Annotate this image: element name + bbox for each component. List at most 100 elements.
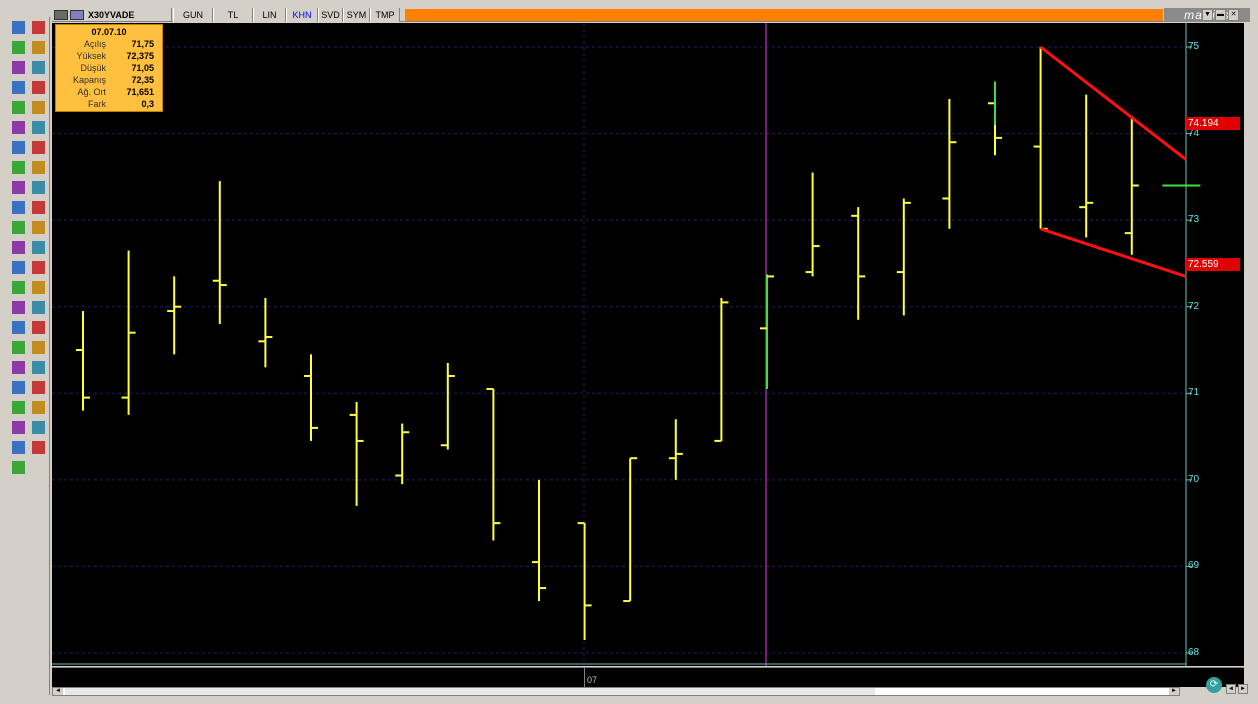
text-icon-glyph <box>12 321 25 334</box>
shape-icon[interactable] <box>10 299 27 316</box>
scale-button-tl[interactable]: TL <box>213 8 253 22</box>
toolbar-button-tmp[interactable]: TMP <box>370 8 400 22</box>
fib-grid-icon[interactable] <box>30 159 47 176</box>
pitchfork-icon-glyph <box>32 261 45 274</box>
scroll-left-icon[interactable]: ◄ <box>53 688 63 695</box>
scale-button-lin[interactable]: LIN <box>253 8 286 22</box>
parallel-alt-icon[interactable] <box>30 139 47 156</box>
arrow-back-icon[interactable] <box>30 379 47 396</box>
channel-alt-icon[interactable] <box>30 119 47 136</box>
arrow-down-icon[interactable] <box>10 419 27 436</box>
hline-icon[interactable] <box>10 99 27 116</box>
scroll-right-icon[interactable]: ► <box>1169 688 1179 695</box>
fib-time-icon-glyph <box>12 201 25 214</box>
bell-icon[interactable] <box>30 319 47 336</box>
x-axis-tick <box>584 668 585 688</box>
chart-type-icon[interactable] <box>54 10 68 20</box>
x-axis-label: 07 <box>587 675 598 685</box>
zoom-reset-icon[interactable] <box>30 359 47 376</box>
speed-line-icon[interactable] <box>10 259 27 276</box>
zoom-fit-icon-glyph <box>12 361 25 374</box>
trendline-icon-glyph <box>12 61 25 74</box>
window-icon[interactable] <box>70 10 84 20</box>
hammer-icon-glyph <box>32 41 45 54</box>
arrow-fwd-icon[interactable] <box>10 399 27 416</box>
toolbar-button-svd[interactable]: SVD <box>318 8 343 22</box>
vline-icon-glyph <box>32 101 45 114</box>
arrow-right-icon[interactable] <box>30 79 47 96</box>
drawing-tools-palette <box>8 17 50 695</box>
layout-icon[interactable] <box>30 439 47 456</box>
scroll-thumb[interactable] <box>65 688 875 695</box>
gann-fan-icon[interactable] <box>10 239 27 256</box>
nav-right-icon[interactable]: ► <box>1238 684 1248 694</box>
trendline-icon[interactable] <box>10 59 27 76</box>
symbol-selector[interactable]: X30YVADE <box>52 8 172 22</box>
hammer-icon[interactable] <box>30 39 47 56</box>
period-button-gun[interactable]: GUN <box>173 8 213 22</box>
arrow-icon-glyph <box>12 21 25 34</box>
toolbar-button-sym[interactable]: SYM <box>343 8 370 22</box>
search-icon[interactable] <box>10 439 27 456</box>
dropdown-icon[interactable]: ▼ <box>1202 9 1213 21</box>
price-chart[interactable]: 07.07.10 Açılış 71,75 Yüksek 72,375 Düşük 7… <box>52 23 1244 666</box>
fib-icon[interactable] <box>10 159 27 176</box>
vline-icon[interactable] <box>30 99 47 116</box>
minimize-icon[interactable]: ▬ <box>1215 9 1226 21</box>
close-icon[interactable]: ✕ <box>1228 9 1239 21</box>
info-label: Açılış <box>83 39 106 49</box>
chart-style-button-khn[interactable]: KHN <box>286 8 318 22</box>
arrow-left-icon[interactable] <box>10 79 27 96</box>
arrow-fwd-icon-glyph <box>12 401 25 414</box>
move-icon[interactable] <box>10 379 27 396</box>
refresh-icon[interactable]: ⟳ <box>1206 677 1222 693</box>
wave-icon-glyph <box>32 281 45 294</box>
zoom-out-icon[interactable] <box>30 339 47 356</box>
gann-grid-icon[interactable] <box>30 239 47 256</box>
parallel-icon-glyph <box>12 141 25 154</box>
fib-fan-alt-icon[interactable] <box>30 179 47 196</box>
person-icon[interactable] <box>30 419 47 436</box>
fib-time-icon[interactable] <box>10 199 27 216</box>
y-tick-label: 71 <box>1188 387 1200 399</box>
parallel-icon[interactable] <box>10 139 27 156</box>
chart-window: X30YVADE GUN TL LIN KHN SVD SYM TMP matr… <box>0 0 1258 704</box>
line-icon-glyph <box>12 41 25 54</box>
nav-left-icon[interactable]: ◄ <box>1226 684 1236 694</box>
horizontal-scrollbar[interactable]: ◄ ► <box>52 687 1180 696</box>
gann-line-icon[interactable] <box>30 219 47 236</box>
zoom-in-icon[interactable] <box>10 339 27 356</box>
trend-line-upper <box>1039 45 1187 161</box>
fib-grid-icon-glyph <box>32 161 45 174</box>
info-label: Yüksek <box>76 51 106 61</box>
trend-line-lower <box>1040 227 1187 278</box>
crosshair-icon[interactable] <box>30 19 47 36</box>
channel-icon-glyph <box>12 121 25 134</box>
fib-icon-glyph <box>12 161 25 174</box>
fib-arc-icon[interactable] <box>30 199 47 216</box>
price-tag-upper: 74.194 <box>1186 117 1240 130</box>
fib-fan-icon[interactable] <box>10 179 27 196</box>
search-icon-glyph <box>12 441 25 454</box>
info-value: 71,651 <box>126 87 154 97</box>
arrow-up-icon[interactable] <box>30 399 47 416</box>
chart-canvas[interactable] <box>52 23 1244 666</box>
zoom-in-icon-glyph <box>12 341 25 354</box>
wave-icon[interactable] <box>30 279 47 296</box>
y-tick-label: 70 <box>1188 473 1200 485</box>
zoom-fit-icon[interactable] <box>10 359 27 376</box>
speed-line-icon-glyph <box>12 261 25 274</box>
trendline-alt-icon[interactable] <box>30 59 47 76</box>
cycle-icon[interactable] <box>10 279 27 296</box>
text-icon[interactable] <box>10 319 27 336</box>
info-row-close: Kapanış 72,35 <box>62 74 158 86</box>
line-icon[interactable] <box>10 39 27 56</box>
pencil-icon[interactable] <box>30 299 47 316</box>
fib-ext-icon[interactable] <box>10 219 27 236</box>
channel-icon[interactable] <box>10 119 27 136</box>
pitchfork-icon[interactable] <box>30 259 47 276</box>
indicator-icon[interactable] <box>10 459 27 476</box>
info-row-open: Açılış 71,75 <box>62 38 158 50</box>
arrow-icon[interactable] <box>10 19 27 36</box>
fib-fan-alt-icon-glyph <box>32 181 45 194</box>
